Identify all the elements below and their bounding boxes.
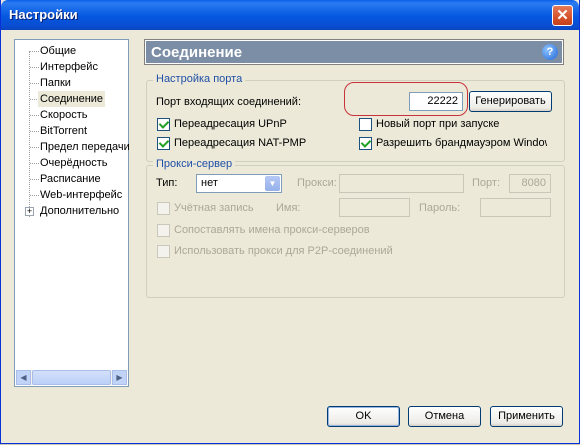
section-header: Соединение ? <box>145 40 563 64</box>
tree-branch <box>30 51 39 52</box>
tree-connector-line <box>29 51 30 217</box>
tree-branch <box>30 131 39 132</box>
chevron-down-icon[interactable]: ▼ <box>265 176 280 191</box>
tree-item-connection[interactable]: Соединение <box>38 91 106 107</box>
tree-item-scheduler[interactable]: Расписание <box>40 171 101 187</box>
firewall-checkbox[interactable] <box>359 137 372 150</box>
tree-branch <box>30 147 39 148</box>
proxy-p2p-label: Использовать прокси для P2P-соединений <box>174 245 393 257</box>
dialog-client-area: Общие Интерфейс Папки Соединение Скорост… <box>4 30 576 440</box>
tree-branch <box>30 67 39 68</box>
username-label: Имя: <box>276 202 301 214</box>
password-input[interactable] <box>480 198 551 217</box>
random-port-label: Новый порт при запуске <box>376 118 500 130</box>
tree-item-interface[interactable]: Интерфейс <box>40 59 98 75</box>
natpmp-checkbox[interactable] <box>157 137 170 150</box>
horizontal-scrollbar[interactable]: ◀ ▶ <box>16 370 127 385</box>
proxy-port-label: Порт: <box>472 177 500 189</box>
resolve-names-checkbox[interactable] <box>157 224 170 237</box>
proxy-p2p-checkbox[interactable] <box>157 245 170 258</box>
scrollbar-thumb[interactable] <box>32 370 111 385</box>
username-input[interactable] <box>339 198 410 217</box>
tree-item-advanced[interactable]: Дополнительно <box>40 203 119 219</box>
close-icon: ✕ <box>556 7 569 24</box>
tree-item-folders[interactable]: Папки <box>40 75 71 91</box>
incoming-port-label: Порт входящих соединений: <box>156 96 302 108</box>
ok-button[interactable]: OK <box>327 406 400 427</box>
tree-branch <box>30 115 39 116</box>
tree-item-bittorrent[interactable]: BitTorrent <box>40 123 87 139</box>
tree-branch <box>30 163 39 164</box>
generate-port-button[interactable]: Генерировать <box>469 91 552 112</box>
tree-branch <box>30 83 39 84</box>
settings-category-tree[interactable]: Общие Интерфейс Папки Соединение Скорост… <box>14 39 130 387</box>
tree-branch <box>30 179 39 180</box>
expand-plus-icon[interactable]: + <box>25 207 34 216</box>
password-label: Пароль: <box>419 202 461 214</box>
upnp-checkbox[interactable] <box>157 118 170 131</box>
settings-window: Настройки ✕ Общие Интерфейс Папки Соедин… <box>0 0 580 444</box>
cancel-button[interactable]: Отмена <box>408 406 481 427</box>
tree-item-web-ui[interactable]: Web-интерфейс <box>40 187 122 203</box>
proxy-type-select[interactable]: нет ▼ <box>196 174 282 193</box>
proxy-host-input[interactable] <box>339 174 464 193</box>
proxy-auth-checkbox[interactable] <box>157 202 170 215</box>
proxy-group-label: Прокси-сервер <box>153 158 236 170</box>
tree-item-transfer-cap[interactable]: Предел передачи <box>40 139 130 155</box>
tree-item-speed[interactable]: Скорость <box>40 107 88 123</box>
random-port-checkbox[interactable] <box>359 118 372 131</box>
tree-item-queueing[interactable]: Очерёдность <box>40 155 108 171</box>
proxy-type-label: Тип: <box>156 177 178 189</box>
incoming-port-input[interactable]: 22222 <box>409 92 463 111</box>
window-title: Настройки <box>9 7 78 22</box>
title-bar[interactable]: Настройки ✕ <box>1 0 579 30</box>
proxy-auth-label: Учётная запись <box>174 202 254 214</box>
resolve-names-label: Сопоставлять имена прокси-серверов <box>174 224 370 236</box>
proxy-type-value: нет <box>201 177 218 189</box>
firewall-label: Разрешить брандмауэром Windows <box>376 137 547 149</box>
proxy-port-input[interactable]: 8080 <box>509 174 551 193</box>
help-icon[interactable]: ? <box>542 44 558 60</box>
close-button[interactable]: ✕ <box>552 5 573 26</box>
natpmp-label: Переадресация NAT-PMP <box>174 137 307 149</box>
section-title: Соединение <box>151 44 243 61</box>
scroll-left-icon[interactable]: ◀ <box>16 370 31 385</box>
tree-item-general[interactable]: Общие <box>40 43 76 59</box>
proxy-host-label: Прокси: <box>297 177 337 189</box>
scroll-right-icon[interactable]: ▶ <box>112 370 127 385</box>
tree-branch <box>30 195 39 196</box>
upnp-label: Переадресация UPnP <box>174 118 287 130</box>
port-group-label: Настройка порта <box>153 73 246 85</box>
apply-button[interactable]: Применить <box>490 406 563 427</box>
